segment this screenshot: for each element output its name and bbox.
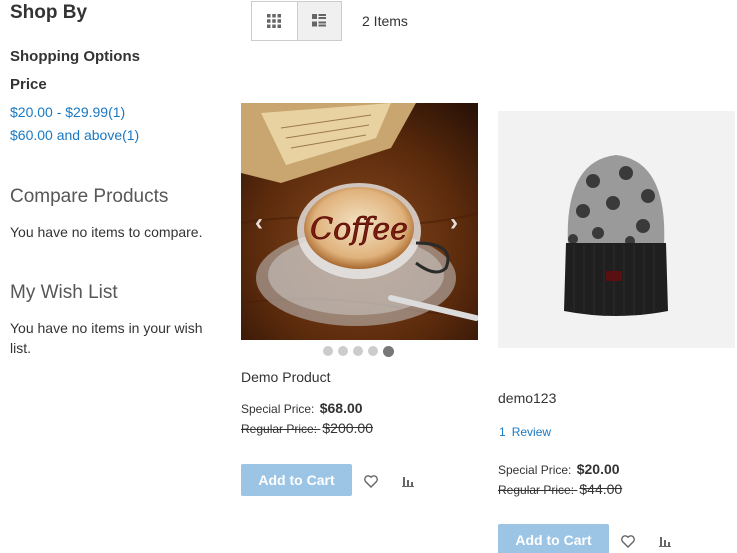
list-view-button[interactable] [296, 2, 341, 40]
reviews-label[interactable]: Review [512, 425, 551, 439]
regular-price: Regular Price: $44.00 [498, 481, 622, 497]
special-price: Special Price: $20.00 [498, 461, 620, 477]
reviews-count[interactable]: 1 [499, 425, 506, 439]
view-mode-switcher [251, 1, 342, 41]
product-name-link[interactable]: demo123 [498, 390, 556, 406]
heart-icon [621, 534, 635, 548]
beanie-hat-image [498, 111, 735, 348]
price-filter-title[interactable]: Price [10, 76, 47, 93]
regular-price: Regular Price: $200.00 [241, 420, 373, 436]
special-price: Special Price: $68.00 [241, 400, 363, 416]
filter-link[interactable]: $60.00 and above [10, 127, 122, 143]
filter-item-price-60-above[interactable]: $60.00 and above(1) [10, 127, 139, 143]
filter-link[interactable]: $20.00 - $29.99 [10, 104, 108, 120]
toolbar-items-count: 2 Items [362, 13, 408, 29]
gallery-dots [323, 345, 394, 357]
add-to-wishlist-button[interactable] [362, 472, 380, 490]
filter-count: (1) [108, 104, 126, 120]
special-price-value: $68.00 [319, 400, 363, 416]
add-to-cart-button[interactable]: Add to Cart [498, 524, 609, 553]
filter-count: (1) [122, 127, 140, 143]
compare-products-title: Compare Products [10, 186, 169, 207]
gallery-next-arrow[interactable]: › [450, 211, 458, 235]
heart-icon [364, 474, 378, 488]
filter-item-price-20-29[interactable]: $20.00 - $29.99(1) [10, 104, 125, 120]
grid-icon [267, 14, 282, 28]
gallery-prev-arrow[interactable]: ‹ [255, 211, 263, 235]
regular-price-label: Regular Price: [241, 422, 318, 436]
regular-price-value: $200.00 [322, 420, 373, 436]
gallery-dot[interactable] [338, 346, 348, 356]
gallery-dot[interactable] [368, 346, 378, 356]
gallery-dot[interactable] [323, 346, 333, 356]
compare-chart-icon [402, 477, 414, 487]
product-image-demo-product[interactable]: Coffee ‹ › [241, 103, 478, 340]
product-name-link[interactable]: Demo Product [241, 369, 330, 385]
compare-empty-text: You have no items to compare. [10, 224, 203, 240]
add-to-wishlist-button[interactable] [619, 532, 637, 550]
gallery-dot-active[interactable] [383, 345, 394, 357]
add-to-compare-button[interactable] [656, 532, 674, 550]
product-image-demo123[interactable] [498, 111, 735, 348]
wishlist-title: My Wish List [10, 282, 118, 303]
compare-chart-icon [659, 537, 671, 547]
grid-view-button[interactable] [252, 2, 297, 40]
regular-price-value: $44.00 [579, 481, 623, 497]
regular-price-label: Regular Price: [498, 483, 575, 497]
special-price-label: Special Price: [498, 463, 572, 477]
coffee-cup-image: Coffee [241, 103, 478, 340]
reviews-link[interactable]: 1 Review [499, 425, 551, 439]
list-icon [312, 14, 327, 27]
special-price-value: $20.00 [576, 461, 620, 477]
wishlist-empty-text: You have no items in your wish list. [10, 320, 203, 356]
gallery-dot[interactable] [353, 346, 363, 356]
special-price-label: Special Price: [241, 402, 315, 416]
shop-by-title: Shop By [10, 2, 88, 23]
svg-text:Coffee: Coffee [310, 212, 408, 247]
add-to-compare-button[interactable] [399, 472, 417, 490]
shopping-options-title: Shopping Options [10, 48, 140, 65]
add-to-cart-button[interactable]: Add to Cart [241, 464, 352, 496]
